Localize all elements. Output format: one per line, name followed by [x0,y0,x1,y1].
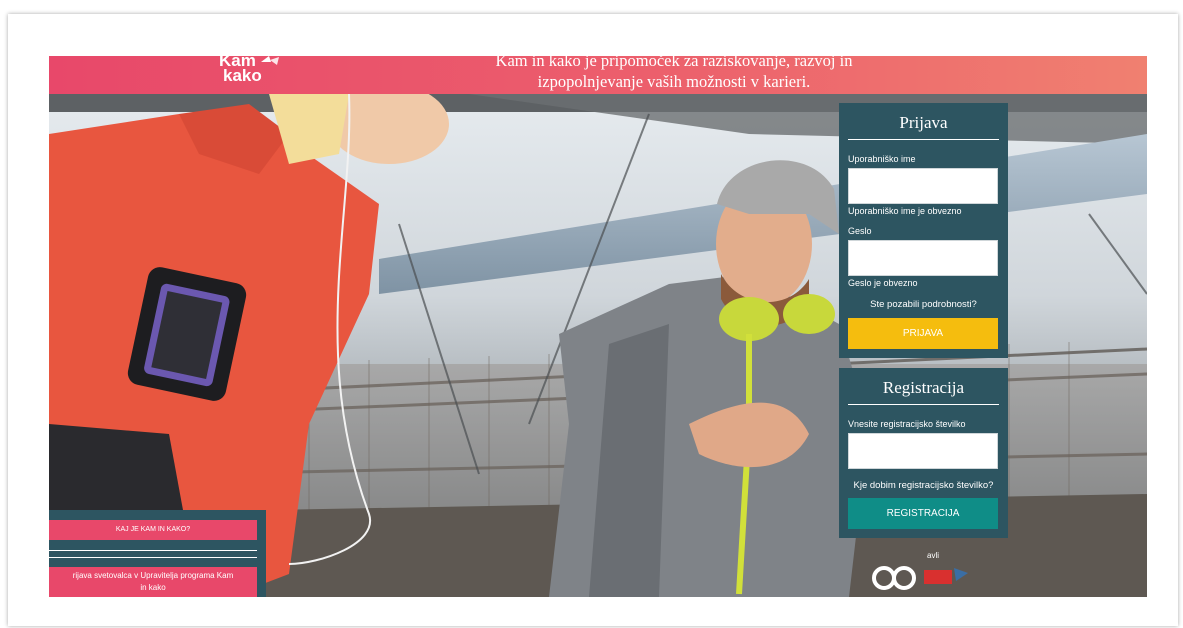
logo-mark-icon [261,56,279,65]
register-button[interactable]: REGISTRACIJA [848,498,998,529]
login-button[interactable]: PRIJAVA [848,318,998,349]
info-divider-2 [49,557,257,558]
registration-code-input[interactable] [848,433,998,469]
partner-text: avli [927,551,940,560]
registration-title: Registracija [882,378,965,397]
password-label: Geslo [848,226,872,236]
password-input[interactable] [848,240,998,276]
forgot-details-link[interactable]: Ste pozabili podrobnosti? [839,299,1008,310]
login-title: Prijava [899,113,948,132]
password-error: Geslo je obvezno [848,278,918,288]
what-is-kam-in-kako-button[interactable]: KAJ JE KAM IN KAKO? [49,520,257,540]
login-title-divider [848,139,999,140]
advisor-registration-button[interactable]: rijava svetovalca v Upravitelja programa… [49,567,257,597]
registration-title-divider [848,404,999,405]
registration-code-help-link[interactable]: Kje dobim registracijsko številko? [839,480,1008,491]
partner-logo-icon[interactable] [872,563,972,593]
advisor-label-line-1: rijava svetovalca v Upravitelja programa… [72,571,234,580]
info-divider [49,550,257,551]
logo-text-bottom: kako [223,66,262,85]
kam-in-kako-logo[interactable]: Kam kako [219,56,279,85]
header-tagline: Kam in kako je pripomoček za raziskovanj… [439,56,909,92]
tagline-line-2: izpopolnjevanje vaših možnosti v karieri… [537,72,811,91]
username-label: Uporabniško ime [848,154,916,164]
header-bar: Kam kako Kam in kako je pripomoček za ra… [49,56,1147,94]
advisor-label-line-2: in kako [140,583,166,592]
login-panel: Prijava Uporabniško ime Uporabniško ime … [839,103,1008,358]
registration-code-label: Vnesite registracijsko številko [848,419,966,429]
info-box: KAJ JE KAM IN KAKO? rijava svetovalca v … [49,510,266,597]
username-input[interactable] [848,168,998,204]
username-error: Uporabniško ime je obvezno [848,206,962,216]
registration-panel: Registracija Vnesite registracijsko štev… [839,368,1008,538]
tagline-line-1: Kam in kako je pripomoček za raziskovanj… [495,56,853,70]
